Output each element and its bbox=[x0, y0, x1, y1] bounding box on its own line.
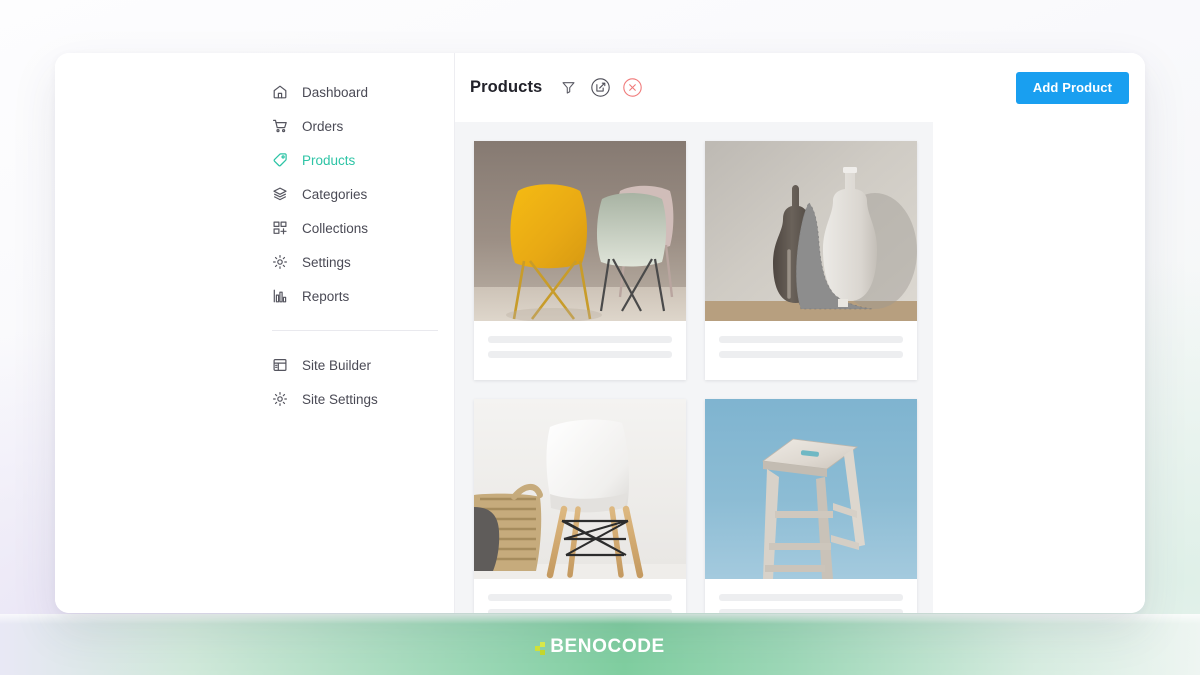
sidebar-item-label: Products bbox=[302, 152, 356, 168]
product-thumbnail bbox=[474, 399, 686, 579]
sidebar-item-label: Reports bbox=[302, 288, 350, 304]
page-title: Products bbox=[470, 78, 543, 96]
sidebar-item-label: Categories bbox=[302, 186, 368, 202]
tag-icon bbox=[272, 152, 288, 168]
sidebar-item-reports[interactable]: Reports bbox=[55, 279, 454, 313]
sidebar-item-label: Settings bbox=[302, 254, 351, 270]
skeleton-line bbox=[488, 336, 672, 343]
benocode-mark-icon bbox=[535, 642, 548, 655]
gear-icon bbox=[272, 254, 288, 270]
product-card[interactable] bbox=[474, 399, 686, 613]
layout-icon bbox=[272, 357, 288, 373]
screenshot-stage: BENOCODE Dashboard Orders Products Categ… bbox=[0, 0, 1200, 675]
product-grid-area bbox=[455, 122, 933, 613]
brand-logo: BENOCODE bbox=[0, 636, 1200, 658]
product-card[interactable] bbox=[705, 141, 917, 380]
sidebar-item-label: Site Settings bbox=[302, 391, 378, 407]
add-product-button[interactable]: Add Product bbox=[1015, 71, 1129, 104]
sidebar: Dashboard Orders Products Categories Col… bbox=[55, 53, 455, 613]
product-thumbnail bbox=[474, 141, 686, 321]
skeleton-line bbox=[719, 336, 903, 343]
skeleton-line bbox=[488, 594, 672, 601]
skeleton-line bbox=[719, 609, 903, 613]
sidebar-item-dashboard[interactable]: Dashboard bbox=[55, 75, 454, 109]
product-card-body bbox=[474, 321, 686, 380]
product-thumbnail bbox=[705, 399, 917, 579]
gear-icon bbox=[272, 391, 288, 407]
sidebar-item-settings[interactable]: Settings bbox=[55, 245, 454, 279]
app-window: Dashboard Orders Products Categories Col… bbox=[55, 53, 1145, 613]
sidebar-item-products[interactable]: Products bbox=[55, 143, 454, 177]
skeleton-line bbox=[488, 351, 672, 358]
sidebar-item-label: Collections bbox=[302, 220, 369, 236]
sidebar-item-categories[interactable]: Categories bbox=[55, 177, 454, 211]
bar-chart-icon bbox=[272, 288, 288, 304]
cart-icon bbox=[272, 118, 288, 134]
content-area: Products Add Product bbox=[455, 53, 1145, 613]
sidebar-item-label: Orders bbox=[302, 118, 344, 134]
skeleton-line bbox=[488, 609, 672, 613]
product-thumbnail bbox=[705, 141, 917, 321]
skeleton-line bbox=[719, 351, 903, 358]
sidebar-item-site-settings[interactable]: Site Settings bbox=[55, 382, 454, 416]
sidebar-item-site-builder[interactable]: Site Builder bbox=[55, 348, 454, 382]
brand-name: BENOCODE bbox=[550, 636, 665, 657]
home-icon bbox=[272, 84, 288, 100]
sidebar-item-label: Site Builder bbox=[302, 357, 372, 373]
header-toolbar bbox=[557, 77, 643, 99]
product-card-body bbox=[705, 321, 917, 380]
layers-icon bbox=[272, 186, 288, 202]
filter-icon[interactable] bbox=[557, 77, 579, 99]
delete-icon[interactable] bbox=[621, 77, 643, 99]
sidebar-item-orders[interactable]: Orders bbox=[55, 109, 454, 143]
product-card-body bbox=[705, 579, 917, 613]
sidebar-divider bbox=[272, 330, 438, 331]
content-header: Products Add Product bbox=[455, 53, 1145, 122]
sidebar-item-label: Dashboard bbox=[302, 84, 369, 100]
skeleton-line bbox=[719, 594, 903, 601]
product-grid bbox=[474, 141, 933, 613]
bulk-edit-icon[interactable] bbox=[589, 77, 611, 99]
product-card-body bbox=[474, 579, 686, 613]
grid-plus-icon bbox=[272, 220, 288, 236]
product-card[interactable] bbox=[474, 141, 686, 380]
sidebar-item-collections[interactable]: Collections bbox=[55, 211, 454, 245]
product-card[interactable] bbox=[705, 399, 917, 613]
